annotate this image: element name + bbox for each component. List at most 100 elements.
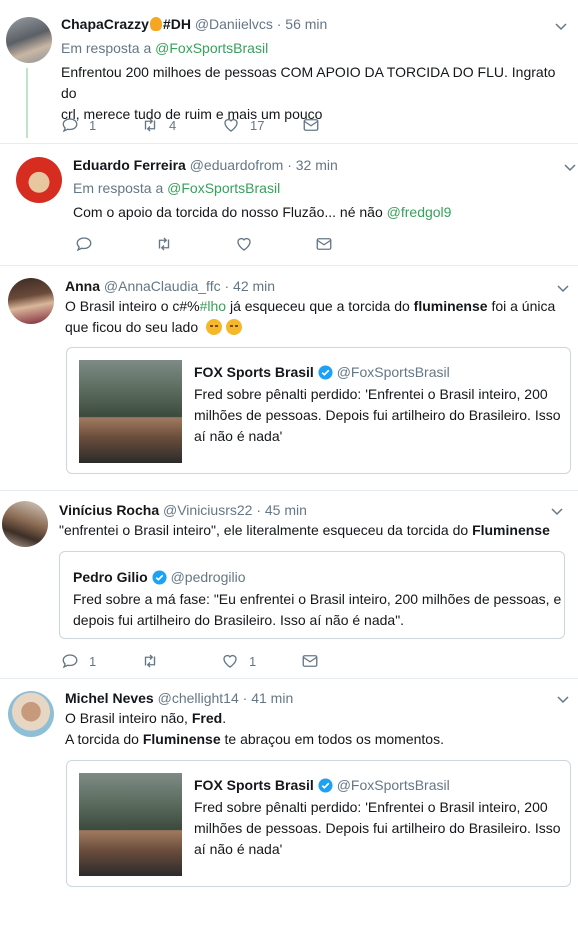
like-button[interactable]: 1 — [221, 651, 256, 671]
mention-link[interactable]: @fredgol9 — [387, 204, 452, 220]
reply-prefix: Em resposta a — [73, 180, 164, 196]
text-bold: Fred — [191, 710, 223, 726]
quoted-user-handle: @FoxSportsBrasil — [336, 777, 450, 793]
timestamp[interactable]: 41 min — [251, 690, 293, 706]
tweet-header: ChapaCrazzy #DH @Daniielvcs · 56 min — [61, 15, 327, 33]
display-name[interactable]: Michel Neves — [65, 690, 154, 706]
reply-to-link[interactable]: @FoxSportsBrasil — [167, 180, 280, 196]
retweet-icon — [144, 118, 156, 132]
tweet-text: O Brasil inteiro o c#%#lho já esqueceu q… — [65, 296, 565, 338]
separator-dot: · — [276, 16, 282, 32]
quoted-tweet-image[interactable] — [79, 773, 182, 876]
quoted-tweet[interactable]: FOX Sports Brasil @FoxSportsBrasil Fred … — [66, 347, 571, 474]
quoted-text-line: aí não é nada' — [194, 841, 283, 857]
user-handle[interactable]: @Daniielvcs — [195, 16, 273, 32]
reply-count: 1 — [89, 653, 97, 669]
like-button[interactable] — [235, 234, 253, 254]
reply-icon — [76, 237, 92, 252]
separator-dot: · — [256, 502, 261, 518]
timestamp[interactable]: 56 min — [285, 16, 327, 32]
tweet-actions — [75, 234, 345, 254]
avatar[interactable] — [2, 501, 48, 547]
like-count: 1 — [249, 653, 257, 669]
text-segment: já esqueceu que a torcida do — [226, 298, 414, 314]
verified-badge-icon — [318, 778, 333, 793]
timestamp[interactable]: 45 min — [265, 502, 307, 518]
retweet-button[interactable]: 4 — [141, 115, 176, 135]
reply-button[interactable]: 1 — [61, 115, 96, 135]
tweet-text-line: A torcida do Fluminense te abraçou em to… — [65, 729, 565, 750]
verified-badge-icon — [318, 365, 333, 380]
like-button[interactable]: 17 — [222, 115, 264, 135]
text-segment: O Brasil inteiro o c#% — [65, 298, 200, 314]
text-segment: . — [222, 710, 227, 726]
display-name[interactable]: Vinícius Rocha — [59, 502, 159, 518]
hashtag-link[interactable]: #lho — [200, 298, 226, 314]
tweet-text: "enfrentei o Brasil inteiro", ele litera… — [59, 520, 569, 541]
display-name[interactable]: Eduardo Ferreira — [73, 157, 186, 173]
quoted-display-name: FOX Sports Brasil — [194, 364, 314, 380]
chevron-down-icon[interactable] — [555, 20, 567, 32]
separator-dot: · — [224, 278, 230, 294]
reply-icon — [62, 654, 78, 669]
tweet-header: Michel Neves @chellight14 · 41 min — [65, 689, 293, 707]
quoted-tweet-text: Fred sobre a má fase: "Eu enfrentei o Br… — [73, 589, 561, 631]
chevron-down-icon[interactable] — [551, 505, 563, 517]
text-bold: fluminense — [413, 298, 488, 314]
user-handle[interactable]: @AnnaClaudia_ffc — [104, 278, 221, 294]
tweet[interactable]: Anna @AnnaClaudia_ffc · 42 min O Brasil … — [0, 265, 578, 490]
quoted-tweet-text: Fred sobre pênalti perdido: 'Enfrentei o… — [194, 797, 564, 860]
verified-badge-icon — [152, 570, 167, 585]
tweet[interactable]: Vinícius Rocha @Viniciusrs22 · 45 min "e… — [0, 490, 578, 678]
text-segment: te abraçou em todos os momentos. — [220, 731, 444, 747]
heart-icon — [223, 654, 237, 668]
direct-message-button[interactable] — [302, 115, 320, 135]
chevron-down-icon[interactable] — [557, 282, 569, 294]
heart-icon — [237, 237, 251, 251]
reply-prefix: Em resposta a — [61, 40, 152, 56]
quoted-tweet-image[interactable] — [79, 360, 182, 463]
avatar[interactable] — [8, 278, 54, 324]
display-name[interactable]: Anna — [65, 278, 100, 294]
direct-message-button[interactable] — [301, 651, 319, 671]
tweet[interactable]: Eduardo Ferreira @eduardofrom · 32 min E… — [0, 143, 578, 265]
reply-button[interactable]: 1 — [61, 651, 96, 671]
quoted-tweet[interactable]: Pedro Gilio @pedrogilio Fred sobre a má … — [59, 551, 565, 639]
retweet-button[interactable] — [141, 651, 159, 671]
avatar[interactable] — [8, 691, 54, 737]
separator-dot: · — [242, 690, 248, 706]
tweet-actions: 1 4 17 — [61, 115, 331, 135]
tired-face-emoji-icon — [226, 319, 242, 335]
avatar[interactable] — [6, 17, 52, 63]
tweet-text: Com o apoio da torcida do nosso Fluzão..… — [73, 202, 568, 223]
quoted-tweet[interactable]: FOX Sports Brasil @FoxSportsBrasil Fred … — [66, 760, 571, 887]
quoted-display-name: FOX Sports Brasil — [194, 777, 314, 793]
timestamp[interactable]: 42 min — [233, 278, 275, 294]
avatar[interactable] — [16, 157, 62, 203]
user-handle[interactable]: @eduardofrom — [190, 157, 284, 173]
reply-to-link[interactable]: @FoxSportsBrasil — [155, 40, 268, 56]
tweet-text-line: que ficou do seu lado — [65, 317, 565, 338]
user-handle[interactable]: @Viniciusrs22 — [163, 502, 252, 518]
display-name[interactable]: ChapaCrazzy — [61, 16, 149, 32]
text-segment: que ficou do seu lado — [65, 319, 199, 335]
retweet-icon — [158, 237, 170, 251]
chevron-down-icon[interactable] — [564, 161, 576, 173]
tweet-text: O Brasil inteiro não, Fred. A torcida do… — [65, 708, 565, 750]
tweet-text-line: O Brasil inteiro não, Fred. — [65, 708, 565, 729]
user-handle[interactable]: @chellight14 — [158, 690, 239, 706]
text-bold: Fluminense — [472, 522, 550, 538]
retweet-button[interactable] — [155, 234, 173, 254]
reply-button[interactable] — [75, 234, 93, 254]
tweet-actions: 1 1 — [61, 651, 331, 671]
tweet[interactable]: ChapaCrazzy #DH @Daniielvcs · 56 min Em r… — [0, 0, 578, 143]
quoted-text-line: Fred sobre pênalti perdido: 'Enfrentei o… — [194, 386, 548, 402]
chevron-down-icon[interactable] — [557, 693, 569, 705]
display-name-suffix: #DH — [162, 16, 191, 32]
timestamp[interactable]: 32 min — [296, 157, 338, 173]
text-segment: O Brasil inteiro não, — [65, 710, 192, 726]
direct-message-button[interactable] — [315, 234, 333, 254]
retweet-icon — [144, 654, 156, 668]
tweet-text-line: Enfrentou 200 milhoes de pessoas COM APO… — [61, 64, 556, 101]
tweet[interactable]: Michel Neves @chellight14 · 41 min O Bra… — [0, 678, 578, 938]
